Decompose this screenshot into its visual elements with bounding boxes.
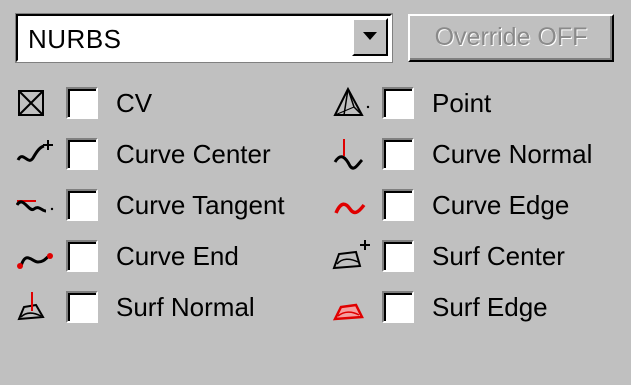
curve-edge-label: Curve Edge (432, 190, 570, 220)
option-row-curve-tangent[interactable]: Curve Tangent (16, 185, 316, 227)
option-row-cv[interactable]: CV (16, 83, 316, 125)
option-row-curve-end[interactable]: Curve End (16, 236, 316, 278)
option-row-point[interactable]: Point (332, 83, 622, 125)
chevron-down-icon (363, 32, 377, 40)
dropdown-arrow-button[interactable] (352, 18, 388, 56)
option-row-surf-edge[interactable]: Surf Edge (332, 287, 622, 329)
cv-label: CV (116, 88, 153, 118)
curve-tangent-checkbox[interactable] (66, 189, 98, 221)
surf-center-label: Surf Center (432, 241, 565, 271)
point-checkbox[interactable] (382, 87, 414, 119)
surf-edge-label: Surf Edge (432, 292, 548, 322)
override-button[interactable]: Override OFF (408, 14, 614, 62)
option-row-surf-center[interactable]: Surf Center (332, 236, 622, 278)
snap-type-dropdown-value: NURBS (28, 24, 122, 54)
surf-center-checkbox[interactable] (382, 240, 414, 272)
option-row-surf-normal[interactable]: Surf Normal (16, 287, 316, 329)
snap-type-dropdown[interactable]: NURBS (15, 13, 393, 63)
surf-normal-icon (17, 292, 45, 321)
curve-center-label: Curve Center (116, 139, 271, 169)
option-row-curve-normal[interactable]: Curve Normal (332, 134, 622, 176)
curve-center-checkbox[interactable] (66, 138, 98, 170)
option-row-curve-center[interactable]: Curve Center (16, 134, 316, 176)
curve-edge-checkbox[interactable] (382, 189, 414, 221)
curve-normal-icon (333, 139, 364, 170)
osnap-nurbs-panel: NURBS Override OFF CV Curve Center Curve… (0, 0, 631, 385)
surf-edge-icon (332, 303, 364, 321)
curve-edge-icon (334, 202, 366, 215)
surf-edge-checkbox[interactable] (382, 291, 414, 323)
cv-box-x-icon (18, 90, 44, 116)
surf-center-icon (332, 240, 370, 270)
curve-tangent-label: Curve Tangent (116, 190, 285, 220)
point-label: Point (432, 88, 492, 118)
curve-normal-label: Curve Normal (432, 139, 593, 169)
cv-checkbox[interactable] (66, 87, 98, 119)
curve-normal-checkbox[interactable] (382, 138, 414, 170)
surf-normal-label: Surf Normal (116, 292, 255, 322)
point-pyramid-icon (333, 86, 370, 116)
curve-tangent-icon (16, 200, 54, 213)
surf-normal-checkbox[interactable] (66, 291, 98, 323)
curve-end-icon (17, 253, 53, 269)
option-row-curve-edge[interactable]: Curve Edge (332, 185, 622, 227)
curve-end-label: Curve End (116, 241, 239, 271)
curve-end-checkbox[interactable] (66, 240, 98, 272)
curve-center-icon (16, 140, 53, 162)
